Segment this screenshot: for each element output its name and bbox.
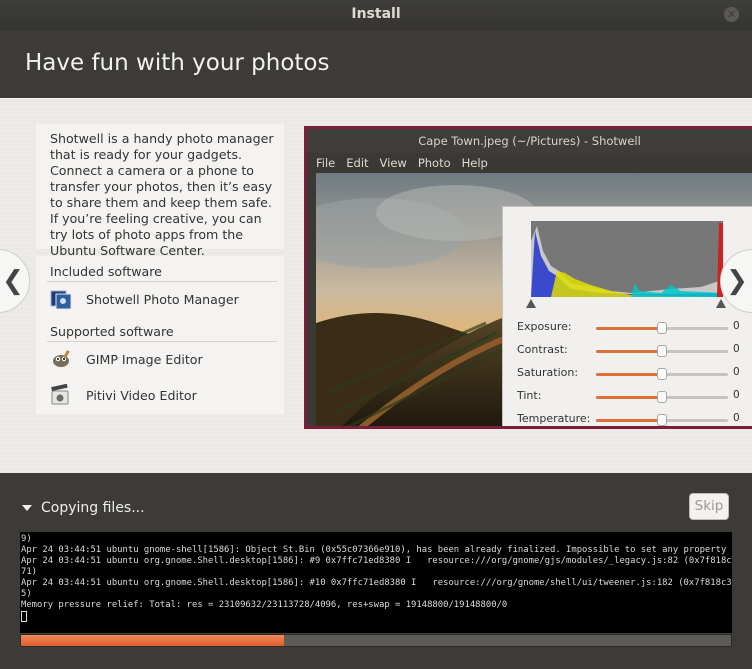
app-gimp: GIMP Image Editor (50, 346, 203, 372)
exposure-value: 0 (733, 320, 740, 332)
divider (47, 341, 277, 342)
histogram-graph (531, 223, 723, 297)
contrast-slider[interactable] (596, 345, 728, 357)
terminal-cursor (21, 611, 27, 622)
page-header: Have fun with your photos (0, 30, 752, 98)
supported-software-title: Supported software (50, 324, 174, 339)
adjust-panel: Exposure: 0 Contrast: 0 Saturation: 0 Ti… (502, 206, 752, 426)
landscape-photo: Exposure: 0 Contrast: 0 Saturation: 0 Ti… (316, 173, 752, 426)
install-log-terminal[interactable]: 9) Apr 24 03:44:51 ubuntu gnome-shell[158… (20, 532, 732, 633)
expander-arrow-icon (22, 505, 32, 511)
previous-slide-button[interactable]: ❮ (0, 249, 30, 313)
log-line: 71) (21, 567, 38, 577)
skip-button[interactable]: Skip (689, 493, 729, 520)
slide-description: Shotwell is a handy photo manager that i… (50, 131, 274, 258)
shotwell-icon (50, 290, 72, 310)
temperature-value: 0 (733, 412, 740, 424)
shotwell-screenshot: Cape Town.jpeg (~/Pictures) - Shotwell F… (304, 126, 752, 429)
install-progress-bar (20, 634, 732, 647)
temperature-label: Temperature: (517, 412, 591, 425)
log-line: Apr 24 03:44:51 ubuntu org.gnome.Shell.d… (21, 556, 732, 566)
chevron-right-icon: ❯ (726, 266, 748, 296)
window-title: Install (351, 6, 401, 22)
contrast-value: 0 (733, 343, 740, 355)
exposure-row: Exposure: 0 (503, 320, 752, 336)
screenshot-menu-item: File (316, 156, 336, 170)
log-line: Memory pressure relief: Total: res = 231… (21, 600, 508, 610)
temperature-slider[interactable] (596, 414, 728, 426)
saturation-label: Saturation: (517, 366, 579, 379)
progress-status-text: Copying files... (41, 500, 145, 516)
histogram (531, 221, 723, 297)
screenshot-menu-item: View (379, 156, 407, 170)
tint-row: Tint: 0 (503, 389, 752, 405)
histogram-white-point[interactable] (716, 299, 726, 308)
log-line: Apr 24 03:44:51 ubuntu org.gnome.Shell.d… (21, 578, 732, 588)
title-bar: Install ✕ (0, 0, 752, 30)
temperature-row: Temperature: 0 (503, 412, 752, 426)
app-shotwell: Shotwell Photo Manager (50, 286, 239, 312)
tint-label: Tint: (517, 389, 542, 402)
tint-slider[interactable] (596, 391, 728, 403)
tint-value: 0 (733, 389, 740, 401)
chevron-left-icon: ❮ (2, 266, 24, 296)
contrast-row: Contrast: 0 (503, 343, 752, 359)
exposure-slider[interactable] (596, 322, 728, 334)
progress-fill (21, 635, 284, 646)
histogram-black-point[interactable] (526, 299, 536, 308)
progress-expander[interactable]: Copying files... (22, 500, 145, 516)
close-icon[interactable]: ✕ (724, 7, 739, 22)
exposure-label: Exposure: (517, 320, 572, 333)
screenshot-menu-bar: File Edit View Photo Help (307, 153, 752, 173)
app-pitivi: Pitivi Video Editor (50, 382, 197, 408)
page-title: Have fun with your photos (25, 50, 330, 76)
pitivi-icon (51, 384, 69, 405)
app-name: Shotwell Photo Manager (86, 291, 239, 307)
screenshot-window-title: Cape Town.jpeg (~/Pictures) - Shotwell (307, 129, 752, 153)
screenshot-menu-item: Help (461, 156, 488, 170)
slideshow: Shotwell is a handy photo manager that i… (0, 98, 752, 473)
saturation-value: 0 (733, 366, 740, 378)
screenshot-menu-item: Edit (346, 156, 369, 170)
log-line: 5) (21, 589, 32, 599)
saturation-row: Saturation: 0 (503, 366, 752, 382)
gimp-icon (53, 350, 70, 367)
screenshot-menu-item: Photo (417, 156, 451, 170)
log-line: Apr 24 03:44:51 ubuntu gnome-shell[1586]… (21, 545, 732, 555)
included-software-title: Included software (50, 264, 162, 279)
log-line: 9) (21, 534, 32, 544)
app-name: Pitivi Video Editor (86, 387, 197, 403)
contrast-label: Contrast: (517, 343, 568, 356)
divider (47, 281, 277, 282)
app-name: GIMP Image Editor (86, 351, 203, 367)
saturation-slider[interactable] (596, 368, 728, 380)
